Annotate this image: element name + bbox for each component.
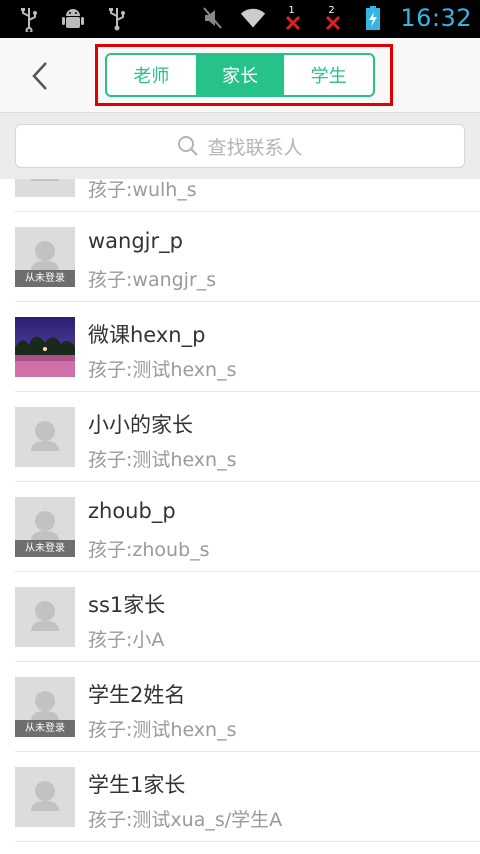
contact-child: 孩子:wangjr_s [88,269,217,291]
android-debug-icon [60,6,86,32]
search-area: 查找联系人 [0,113,480,179]
contact-child: 孩子:zhoub_s [88,539,210,561]
contact-row[interactable]: ss1家长孩子:小A [15,572,480,662]
contact-row[interactable]: 小小的家长孩子:测试hexn_s [15,392,480,482]
contact-name: wangjr_p [88,229,183,253]
clock: 16:32 [400,4,472,32]
back-button[interactable] [20,56,60,96]
never-logged-in-badge: 从未登录 [15,540,75,557]
avatar [15,587,75,647]
contact-row[interactable]: 孩子:wulh_s [15,179,480,212]
system-icons: 1 2 16:32 [200,4,472,32]
avatar: 从未登录 [15,677,75,737]
search-input[interactable]: 查找联系人 [15,124,465,168]
mute-icon [200,5,226,31]
contact-name: ss1家长 [88,593,166,617]
contact-list-content: 孩子:wulh_s 从未登录 wangjr_p 孩子:wangjr_s 微课hexn_p… [0,179,480,842]
avatar-placeholder-icon [15,767,75,827]
contact-child: 孩子:小A [88,629,165,651]
sim2-label: 2 [328,5,335,16]
notification-icons [16,6,130,32]
contact-type-tabs: 老师 家长 学生 [105,53,375,97]
header: 老师 家长 学生 [0,38,480,113]
avatar: 从未登录 [15,227,75,287]
contact-row[interactable]: 从未登录 zhoub_p 孩子:zhoub_s [15,482,480,572]
contact-name: 学生1家长 [88,773,186,797]
avatar-placeholder-icon [15,179,75,197]
tab-student[interactable]: 学生 [284,55,373,95]
never-logged-in-badge: 从未登录 [15,270,75,287]
avatar-photo [15,317,75,377]
usb-icon [104,6,130,32]
avatar-placeholder-icon [15,407,75,467]
chevron-left-icon [32,62,47,90]
contact-child: 孩子:wulh_s [88,179,197,201]
sim1-label: 1 [288,5,295,16]
contact-child: 孩子:测试hexn_s [88,359,237,381]
avatar-placeholder-icon [15,587,75,647]
contact-name: zhoub_p [88,499,176,523]
contact-list[interactable]: 孩子:wulh_s 从未登录 wangjr_p 孩子:wangjr_s 微课hexn_p… [0,179,480,854]
avatar [15,179,75,197]
contact-row[interactable]: 从未登录 wangjr_p 孩子:wangjr_s [15,212,480,302]
contact-name: 小小的家长 [88,413,193,437]
contact-child: 孩子:测试hexn_s [88,719,237,741]
search-icon [178,136,199,156]
avatar [15,407,75,467]
signal-sim2-icon: 2 [320,5,346,31]
avatar [15,317,75,377]
contact-row[interactable]: 从未登录 学生2姓名孩子:测试hexn_s [15,662,480,752]
contact-name: 微课hexn_p [88,323,206,347]
contact-child: 孩子:测试hexn_s [88,449,237,471]
search-placeholder: 查找联系人 [207,136,303,159]
wifi-icon [240,5,266,31]
contact-row[interactable]: 微课hexn_p 孩子:测试hexn_s [15,302,480,392]
usb-icon [16,6,42,32]
contact-row[interactable]: 学生1家长孩子:测试xua_s/学生A [15,752,480,842]
avatar: 从未登录 [15,497,75,557]
contact-name: 学生2姓名 [88,683,186,707]
tab-teacher[interactable]: 老师 [107,55,196,95]
never-logged-in-badge: 从未登录 [15,720,75,737]
avatar [15,767,75,827]
tab-parent[interactable]: 家长 [195,55,285,95]
contact-child: 孩子:测试xua_s/学生A [88,809,283,831]
status-bar: 1 2 16:32 [0,0,480,38]
signal-sim1-icon: 1 [280,5,306,31]
battery-charging-icon [360,5,386,31]
